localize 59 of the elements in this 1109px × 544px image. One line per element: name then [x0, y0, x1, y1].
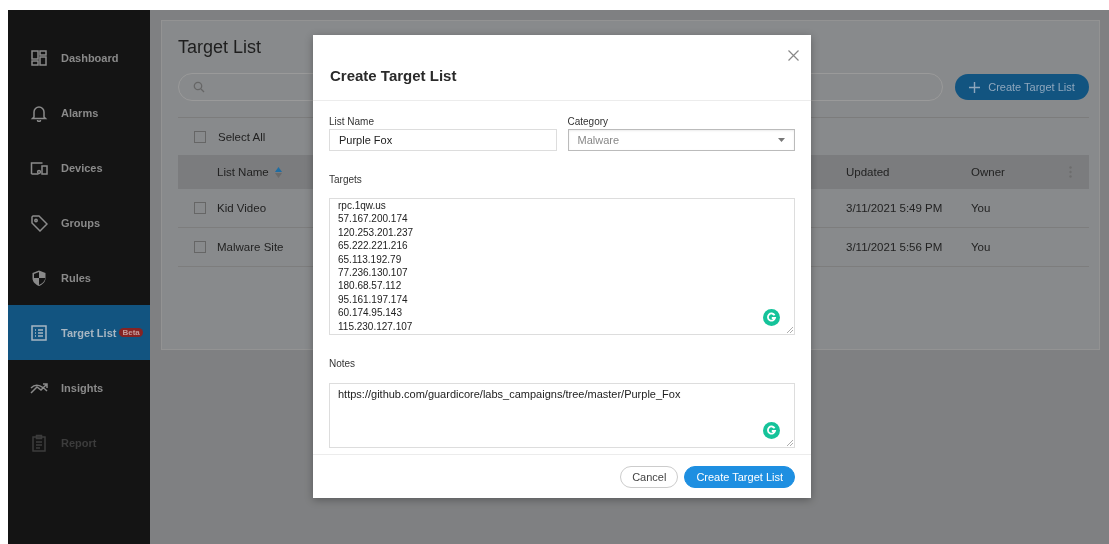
select-all-label: Select All [218, 130, 266, 143]
sidebar-item[interactable]: Insights [8, 360, 150, 415]
table-cell: You [971, 241, 991, 253]
notes-field[interactable]: https://github.com/guardicore/labs_campaigns/tree/master/Purple_Fox [329, 383, 795, 448]
checkbox[interactable] [194, 130, 206, 143]
list-name-field[interactable]: Purple Fox [329, 129, 557, 151]
category-dropdown[interactable]: Malware [567, 129, 795, 151]
table-cell: 3/11/2021 5:56 PM [846, 241, 943, 253]
notes-text: https://github.com/guardicore/labs_campaigns/tree/master/Purple_Fox [338, 388, 681, 400]
sidebar-item[interactable]: Target List Beta [8, 305, 150, 360]
targets-field[interactable]: rpc.1qw.us 57.167.200.174 120.253.201.237 65.222.221.216 65.113.192.79 77.236.130.107 180.68.57.112 95.161.197.174 60.174.95.143 115.230.127.107 [329, 198, 795, 335]
column-header[interactable]: Updated [846, 166, 890, 178]
beta-badge: Beta [119, 328, 143, 337]
cancel-button[interactable]: Cancel [620, 465, 679, 488]
field-label: List Name [329, 116, 375, 129]
clipboard-icon [30, 433, 48, 452]
checkbox[interactable] [194, 241, 206, 253]
grammar-assistant-icon[interactable] [763, 422, 780, 439]
resize-grip-icon[interactable] [787, 440, 793, 446]
target-line: 60.174.95.143 [338, 306, 402, 320]
list-icon [30, 323, 48, 342]
target-line: 115.230.127.107 [338, 319, 413, 334]
grammar-assistant-icon[interactable] [763, 309, 780, 326]
table-cell: You [971, 202, 991, 214]
create-target-list-button[interactable]: Create Target List [955, 74, 1089, 100]
target-line: 65.222.221.216 [338, 239, 408, 253]
sidebar-item[interactable]: Rules [8, 250, 150, 305]
target-line: rpc.1qw.us [338, 199, 386, 213]
target-line: 65.113.192.79 [338, 252, 402, 267]
sidebar-item[interactable]: Groups [8, 195, 150, 250]
plus-icon [969, 81, 981, 93]
target-line: 57.167.200.174 [338, 212, 408, 226]
tag-icon [30, 213, 48, 232]
field-label: Targets [329, 174, 363, 187]
dialog-title: Create Target List [330, 67, 457, 84]
bell-icon [30, 103, 48, 122]
target-line: 95.161.197.174 [338, 292, 408, 307]
shield-icon [30, 268, 48, 287]
resize-grip-icon[interactable] [787, 327, 793, 333]
target-line: 120.253.201.237 [338, 225, 414, 240]
sidebar-item[interactable]: Dashboard [8, 30, 150, 85]
target-line: 180.68.57.112 [338, 279, 402, 293]
field-label: Category [567, 116, 610, 129]
page-title: Target List [178, 37, 262, 59]
field-label: Notes [329, 358, 357, 371]
dashboard-icon [30, 48, 48, 67]
table-cell: Malware Site [217, 241, 284, 253]
target-line: 77.236.130.107 [338, 266, 408, 280]
search-icon [193, 81, 205, 93]
table-cell: 3/11/2021 5:49 PM [846, 202, 943, 214]
create-button[interactable]: Create Target List [684, 465, 795, 488]
close-icon[interactable] [788, 50, 799, 61]
table-cell: Kid Video [217, 202, 267, 214]
sidebar-item[interactable]: Alarms [8, 85, 150, 140]
caret-icon [778, 138, 785, 142]
column-header[interactable]: List Name [217, 165, 282, 179]
checkbox[interactable] [194, 202, 206, 214]
sidebar-item[interactable]: Devices [8, 140, 150, 195]
column-header[interactable]: Owner [971, 166, 1005, 178]
